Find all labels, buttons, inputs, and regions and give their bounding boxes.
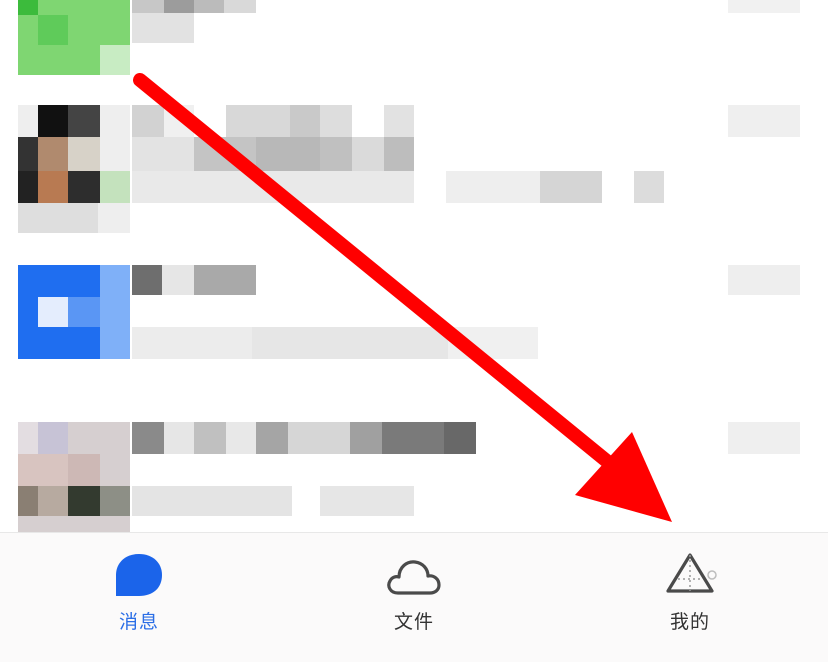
list-item[interactable] xyxy=(0,0,828,75)
list-item[interactable] xyxy=(0,392,828,532)
list-item[interactable] xyxy=(0,105,828,233)
tab-me[interactable]: 我的 xyxy=(615,533,765,662)
bottom-tab-bar: 消息 文件 我的 xyxy=(0,532,828,662)
tab-files[interactable]: 文件 xyxy=(339,533,489,662)
tab-messages[interactable]: 消息 xyxy=(64,533,214,662)
cloud-icon xyxy=(387,560,441,595)
list-item[interactable] xyxy=(0,265,828,385)
profile-pyramid-icon xyxy=(666,553,717,593)
conversation-list[interactable] xyxy=(0,0,828,532)
message-bubble-icon xyxy=(116,554,162,596)
tab-label: 消息 xyxy=(118,611,159,633)
tab-label: 我的 xyxy=(669,611,710,633)
tab-label: 文件 xyxy=(393,611,434,633)
